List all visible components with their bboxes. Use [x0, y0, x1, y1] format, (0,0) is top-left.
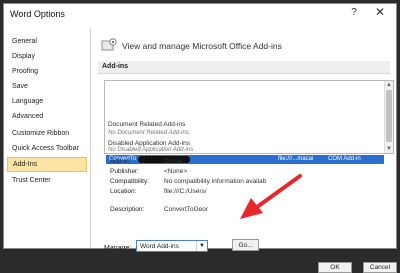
detail-value: file:///C:/Users/	[164, 188, 207, 195]
help-icon[interactable]: ?	[346, 7, 362, 18]
add-ins-gear-icon	[101, 38, 117, 51]
list-item[interactable]: ConvertTo file:///...macai COM Add-in	[106, 155, 384, 164]
sidebar-item-customize-ribbon[interactable]: Customize Ribbon	[7, 126, 87, 141]
manage-select[interactable]: Word Add-ins ▼	[136, 240, 208, 252]
title-bar: Word Options ? ✕	[4, 4, 396, 26]
go-button[interactable]: Go...	[232, 239, 259, 251]
word-options-window: Word Options ? ✕ General Display Proofin…	[3, 3, 397, 273]
row-type: COM Add-in	[328, 156, 361, 162]
sidebar-item-quick-access-toolbar[interactable]: Quick Access Toolbar	[7, 141, 87, 156]
window-title: Word Options	[10, 9, 65, 19]
detail-label: Compatibility:	[110, 178, 150, 185]
cancel-button[interactable]: Cancel	[363, 262, 397, 273]
group-empty-disabled: No Disabled Application Add-ins	[108, 147, 194, 153]
detail-label: Location:	[110, 188, 137, 195]
scroll-down-icon[interactable]: ▼	[385, 145, 393, 153]
add-ins-list[interactable]: Document Related Add-ins No Document Rel…	[104, 80, 394, 164]
group-title-document-related: Document Related Add-ins	[108, 121, 186, 128]
close-icon[interactable]: ✕	[372, 5, 388, 19]
detail-label: Description:	[110, 206, 145, 213]
detail-label: Add-in:	[110, 158, 131, 165]
sidebar-item-proofing[interactable]: Proofing	[7, 64, 87, 79]
chevron-down-icon[interactable]: ▼	[196, 241, 207, 251]
manage-label: Manage:	[104, 245, 132, 252]
section-title: Add-ins	[98, 61, 390, 74]
scroll-thumb[interactable]	[386, 90, 392, 142]
detail-value: <None>	[164, 168, 188, 175]
sidebar-item-display[interactable]: Display	[7, 49, 87, 64]
main-panel: View and manage Microsoft Office Add-ins…	[92, 28, 397, 273]
detail-value: No compatibility information availab	[164, 178, 267, 185]
detail-value: ConvertToGeor	[164, 206, 209, 213]
list-scrollbar[interactable]: ▲ ▼	[384, 81, 393, 153]
sidebar-item-trust-center[interactable]: Trust Center	[7, 173, 87, 188]
sidebar-item-add-ins[interactable]: Add-Ins	[7, 157, 87, 172]
sidebar: General Display Proofing Save Language A…	[4, 28, 91, 248]
scroll-up-icon[interactable]: ▲	[385, 81, 393, 89]
sidebar-item-general[interactable]: General	[7, 34, 87, 49]
detail-label: Publisher:	[110, 168, 139, 175]
manage-select-value: Word Add-ins	[140, 243, 179, 250]
ok-button[interactable]: OK	[318, 262, 352, 273]
group-empty-document-related: No Document Related Add-ins	[108, 130, 189, 136]
row-location: file:///...macai	[278, 156, 314, 162]
detail-value: Conve	[164, 158, 183, 165]
sidebar-item-language[interactable]: Language	[7, 94, 87, 109]
group-title-disabled: Disabled Application Add-ins	[108, 140, 191, 147]
sidebar-item-save[interactable]: Save	[7, 79, 87, 94]
sidebar-item-advanced[interactable]: Advanced	[7, 109, 87, 124]
page-header: View and manage Microsoft Office Add-ins	[122, 41, 282, 51]
